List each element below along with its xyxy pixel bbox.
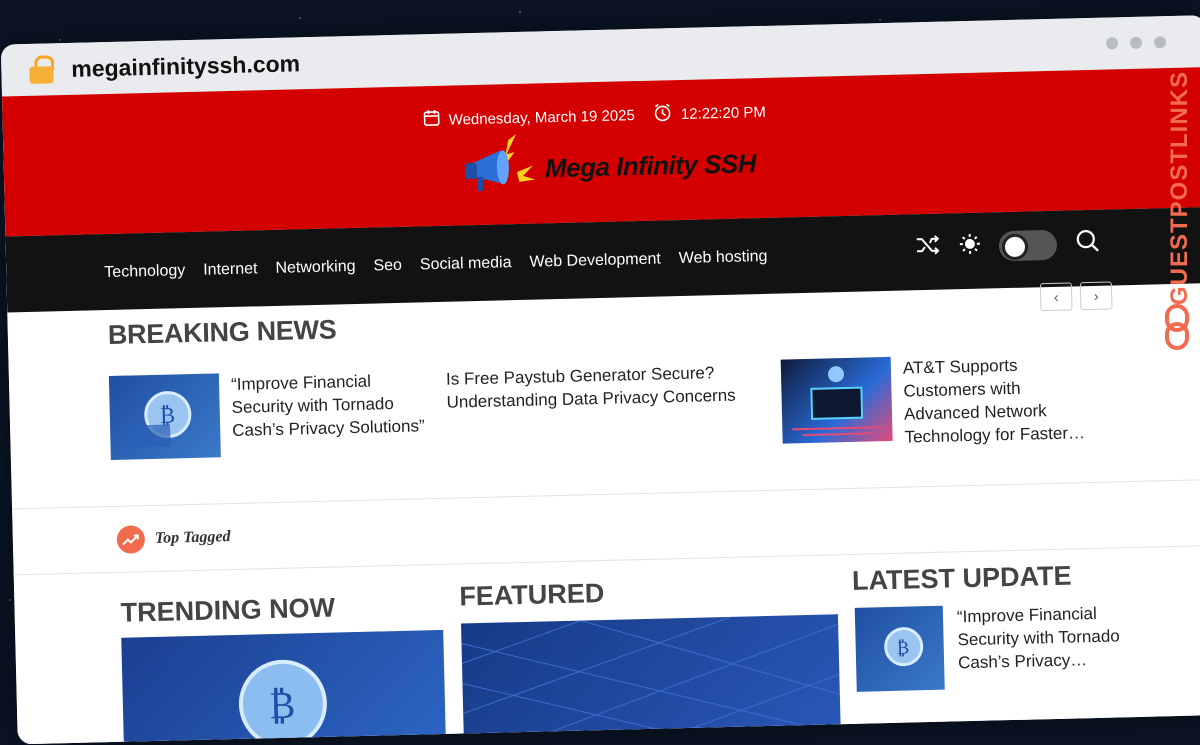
bitcoin-thumbnail[interactable]: ₿ — [109, 373, 221, 460]
breaking-news-title: BREAKING NEWS — [107, 314, 336, 351]
web-page: Wednesday, March 19 2025 12:22:20 PM — [2, 67, 1200, 744]
current-date: Wednesday, March 19 2025 — [448, 107, 635, 129]
calendar-icon — [422, 109, 441, 131]
nav-item-technology[interactable]: Technology — [104, 262, 185, 282]
watermark: GUESTPOSTLINKS — [1160, 54, 1194, 354]
top-tagged-label: Top Tagged — [155, 528, 231, 548]
news-headline[interactable]: AT&T Supports Customers with Advanced Ne… — [903, 352, 1100, 449]
current-time: 12:22:20 PM — [681, 103, 766, 122]
link-icon — [1162, 304, 1192, 355]
watermark-text: GUESTPOSTLINKS — [1166, 48, 1194, 328]
svg-text:₿: ₿ — [896, 638, 909, 659]
url-text[interactable]: megainfinityssh.com — [71, 50, 300, 83]
window-dot-icon[interactable] — [1130, 37, 1142, 49]
site-name: Mega Infinity SSH — [545, 148, 757, 184]
prev-arrow-icon[interactable]: ‹ — [1040, 282, 1073, 311]
content-columns: TRENDING NOW ₿ FEATURED LATEST UPDATE ₿ … — [14, 563, 1200, 592]
trending-now-title: TRENDING NOW — [120, 593, 335, 629]
divider — [12, 479, 1200, 509]
news-headline[interactable]: “Improve Financial Security with Tornado… — [231, 368, 438, 457]
news-item[interactable]: ₿ “Improve Financial Security with Torna… — [109, 368, 438, 460]
nav-item-seo[interactable]: Seo — [373, 257, 402, 276]
latest-update-title: LATEST UPDATE — [852, 561, 1072, 597]
latest-thumbnail[interactable]: ₿ — [855, 606, 945, 692]
window-controls — [1106, 36, 1166, 49]
featured-title: FEATURED — [459, 578, 605, 613]
latest-headline[interactable]: “Improve Financial Security with Tornado… — [957, 601, 1134, 674]
lock-icon — [29, 55, 54, 84]
browser-window: megainfinityssh.com Wednesday, March 19 … — [1, 15, 1200, 744]
window-dot-icon[interactable] — [1154, 36, 1166, 48]
news-item[interactable]: AT&T Supports Customers with Advanced Ne… — [781, 352, 1100, 452]
next-arrow-icon[interactable]: › — [1080, 281, 1113, 310]
search-icon[interactable] — [1075, 228, 1102, 260]
news-headline[interactable]: Is Free Paystub Generator Secure? Unders… — [446, 361, 737, 414]
news-item[interactable]: Is Free Paystub Generator Secure? Unders… — [446, 361, 737, 414]
trending-image[interactable]: ₿ — [121, 630, 446, 744]
nav-item-web-hosting[interactable]: Web hosting — [679, 248, 768, 268]
breaking-news-section: BREAKING NEWS ‹ › ₿ “Improve Financial S… — [7, 283, 1200, 472]
shuffle-icon[interactable] — [915, 234, 942, 262]
trending-icon — [117, 525, 146, 554]
top-tagged: Top Tagged — [117, 523, 231, 554]
megaphone-icon — [458, 131, 540, 208]
window-dot-icon[interactable] — [1106, 37, 1118, 49]
svg-text:₿: ₿ — [268, 683, 295, 728]
tilted-scene: megainfinityssh.com Wednesday, March 19 … — [0, 0, 1200, 685]
site-logo[interactable]: Mega Infinity SSH — [458, 126, 757, 208]
nav-item-networking[interactable]: Networking — [275, 258, 355, 278]
dark-mode-toggle[interactable] — [999, 229, 1058, 260]
sun-icon — [959, 233, 982, 261]
featured-image[interactable] — [461, 614, 841, 743]
nav-item-internet[interactable]: Internet — [203, 260, 258, 279]
nav-item-web-development[interactable]: Web Development — [529, 250, 661, 271]
network-thumbnail[interactable] — [781, 357, 893, 444]
nav-item-social-media[interactable]: Social media — [420, 254, 512, 274]
alarm-clock-icon — [653, 102, 674, 126]
